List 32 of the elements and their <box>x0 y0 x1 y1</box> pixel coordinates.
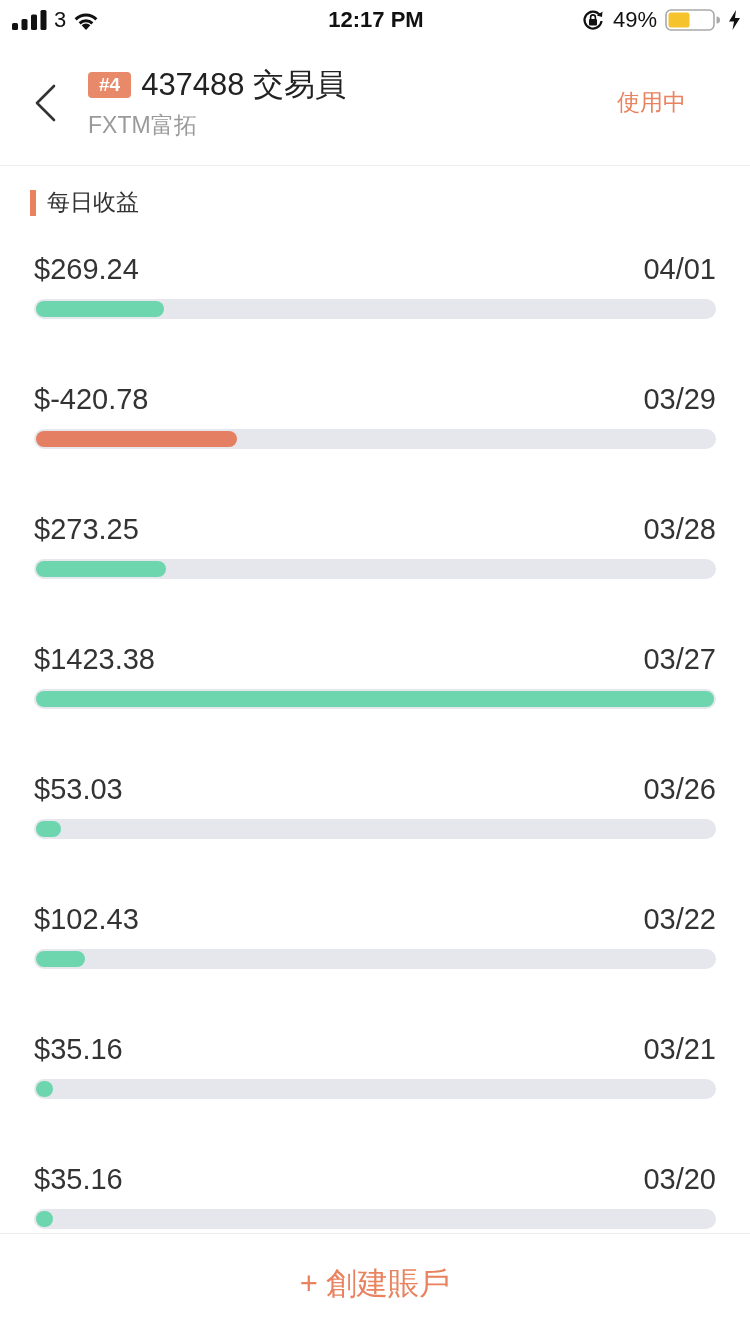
broker-name: FXTM富拓 <box>88 111 198 140</box>
rank-badge: #4 <box>88 72 132 98</box>
date-text: 03/29 <box>643 382 716 416</box>
date-text: 03/28 <box>643 512 716 546</box>
back-icon[interactable] <box>34 83 56 122</box>
amount-text: $269.24 <box>34 252 139 286</box>
amount-text: $1423.38 <box>34 642 155 676</box>
signal-icon <box>12 10 47 30</box>
rotation-lock-icon <box>580 8 605 32</box>
amount-text: $53.03 <box>34 772 123 806</box>
date-text: 03/22 <box>643 902 716 936</box>
section-title: 每日收益 <box>47 188 139 217</box>
date-text: 04/01 <box>643 252 716 286</box>
amount-text: $102.43 <box>34 902 139 936</box>
amount-text: $273.25 <box>34 512 139 546</box>
wifi-icon <box>73 10 100 30</box>
status-label: 使用中 <box>617 88 686 117</box>
carrier-text: 3 <box>54 7 67 33</box>
date-text: 03/26 <box>643 772 716 806</box>
lightning-icon <box>729 10 740 30</box>
amount-text: $35.16 <box>34 1162 123 1196</box>
date-text: 03/27 <box>643 642 716 676</box>
date-text: 03/20 <box>643 1162 716 1196</box>
battery-icon <box>665 9 721 31</box>
date-text: 03/21 <box>643 1032 716 1066</box>
amount-text: $35.16 <box>34 1032 123 1066</box>
section-marker <box>30 189 36 216</box>
account-title: 437488 交易員 <box>141 66 347 104</box>
battery-percent-text: 49% <box>612 7 657 33</box>
time-text: 12:17 PM <box>328 7 424 33</box>
amount-text: $-420.78 <box>34 382 149 416</box>
create-account-button[interactable]: + 創建賬戶 <box>287 1255 463 1313</box>
